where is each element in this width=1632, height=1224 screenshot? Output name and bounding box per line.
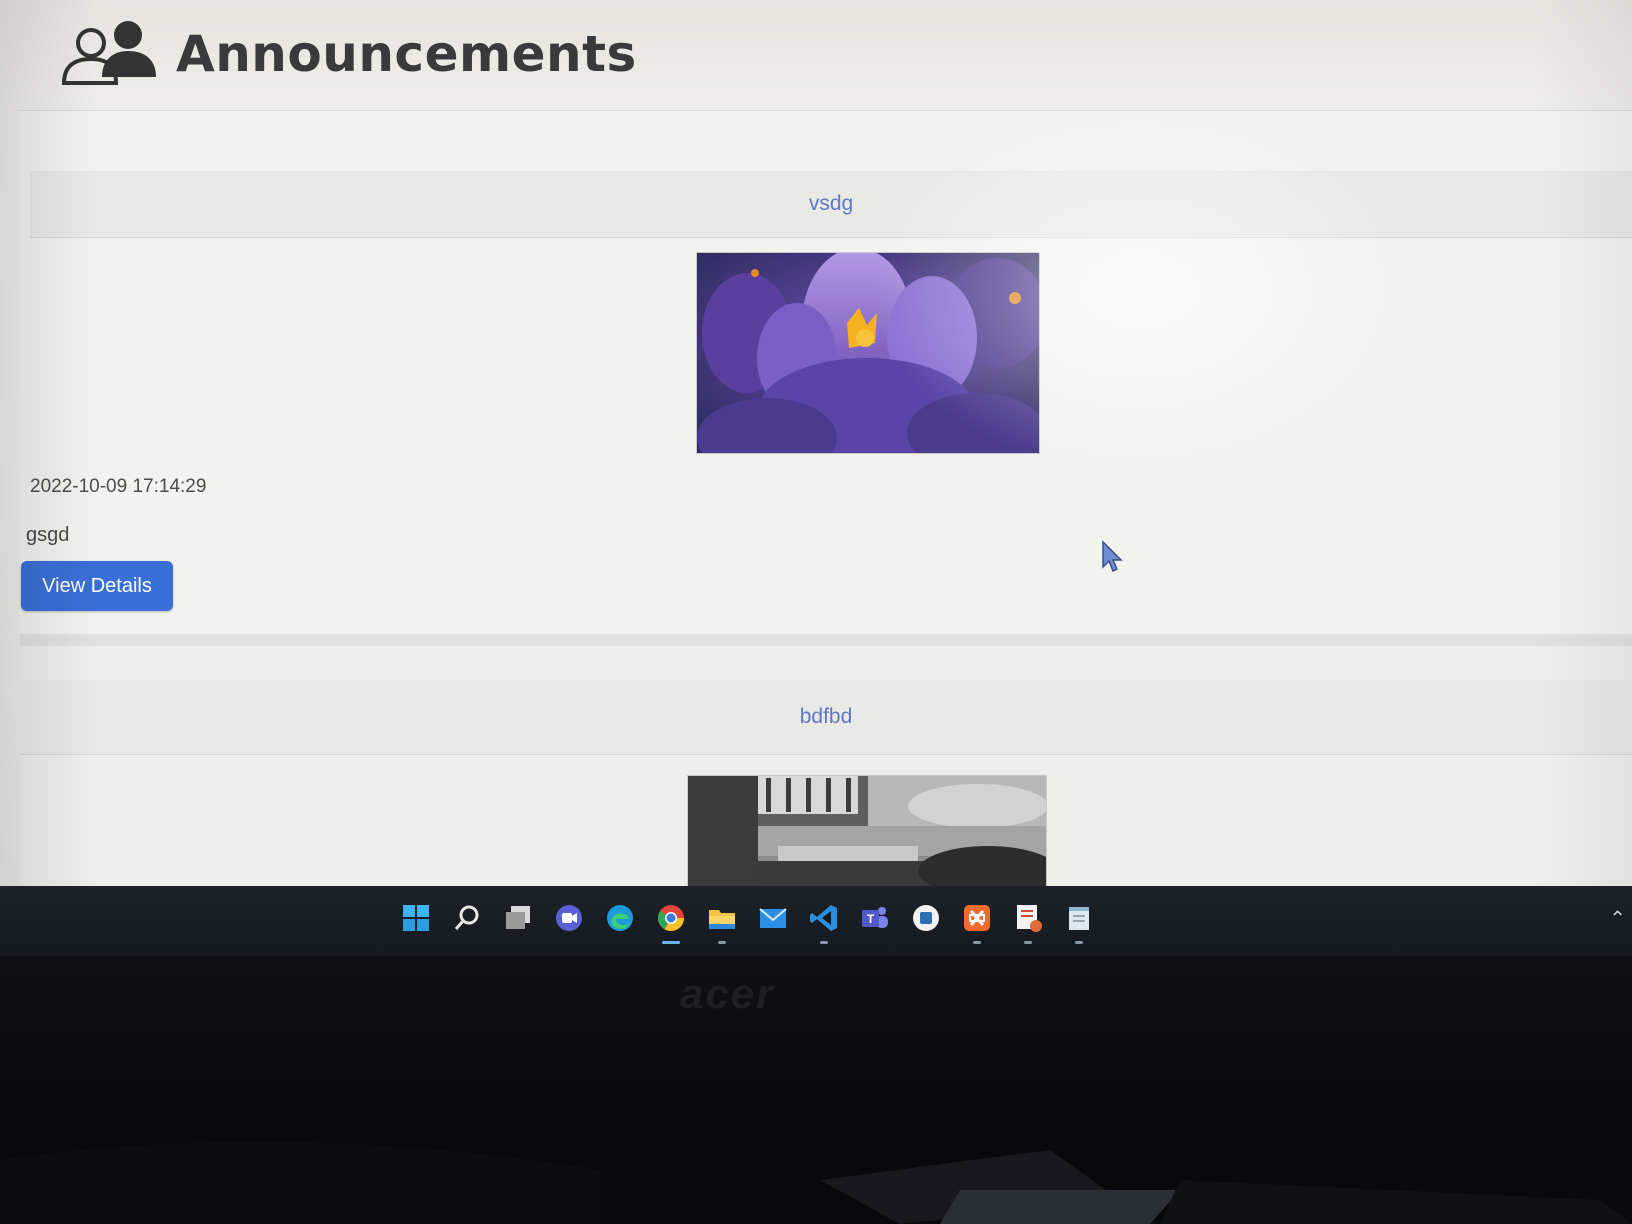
windows-start-icon[interactable]: [400, 902, 432, 934]
chrome-icon[interactable]: [655, 902, 687, 944]
task-view-icon[interactable]: [502, 902, 534, 934]
announcement-header: bdfbd: [20, 680, 1632, 755]
svg-text:T: T: [867, 912, 875, 926]
announcement-title: bdfbd: [799, 705, 853, 728]
search-icon[interactable]: [451, 902, 483, 934]
file-explorer-icon[interactable]: [706, 902, 738, 944]
edge-icon[interactable]: [604, 902, 636, 934]
announcement-excerpt: gsgd: [26, 524, 70, 546]
grayscale-building-photo: [688, 776, 1046, 890]
teams-icon[interactable]: T: [859, 902, 891, 934]
mouse-cursor-icon: [1102, 540, 1123, 573]
announcement-title: vsdg: [808, 192, 854, 215]
vscode-icon[interactable]: [808, 902, 840, 944]
page-title: Announcements: [176, 25, 637, 83]
document-app-icon[interactable]: [1012, 902, 1044, 944]
desk-background: [0, 1080, 1632, 1224]
taskbar: T ⌃: [0, 886, 1632, 956]
xampp-icon[interactable]: [961, 902, 993, 944]
notepad-icon[interactable]: [1063, 902, 1095, 944]
chevron-up-icon[interactable]: ⌃: [1609, 906, 1626, 930]
view-details-button[interactable]: View Details: [21, 561, 173, 611]
announcement-timestamp: 2022-10-09 17:14:29: [30, 476, 207, 497]
video-chat-icon[interactable]: [553, 902, 585, 934]
purple-crocus-photo: [697, 253, 1039, 453]
monitor-brand-logo: acer: [680, 970, 775, 1017]
announcement-header: vsdg: [30, 171, 1632, 238]
browser-viewport: Announcements vsdg 2022-10-09 17:14:29 g…: [0, 0, 1632, 890]
mail-icon[interactable]: [757, 902, 789, 934]
page-header: Announcements: [58, 16, 637, 92]
circle-app-icon[interactable]: [910, 902, 942, 934]
users-icon: [58, 17, 162, 91]
